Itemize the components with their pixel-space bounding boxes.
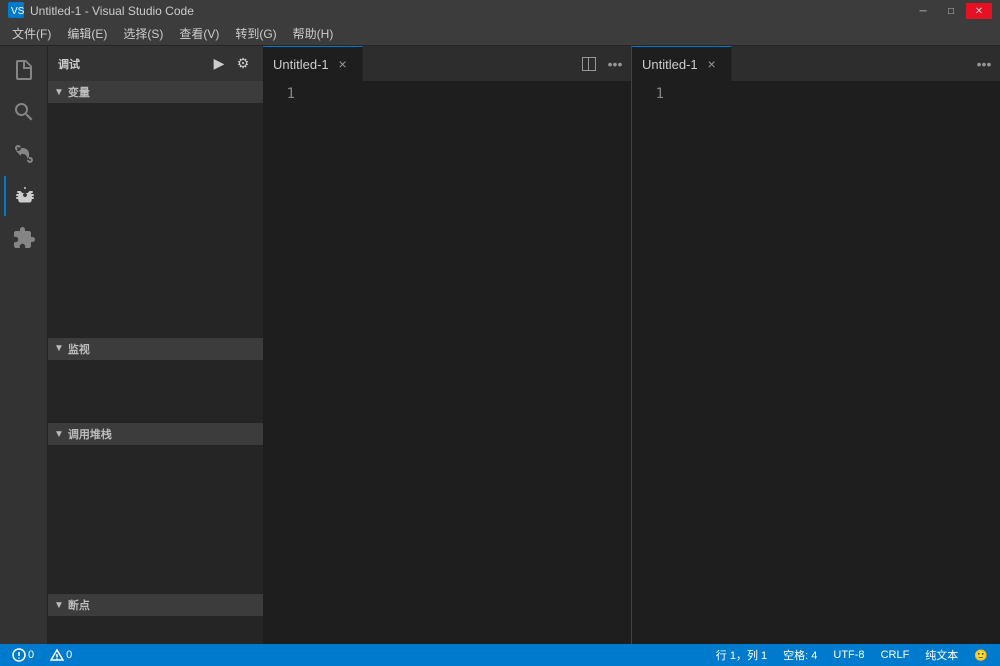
status-line-ending[interactable]: CRLF <box>877 644 914 666</box>
callstack-section: ▼ 调用堆栈 <box>48 423 263 594</box>
breakpoints-arrow: ▼ <box>54 600 64 611</box>
callstack-arrow: ▼ <box>54 429 64 440</box>
variables-label: 变量 <box>68 84 90 100</box>
title-bar: VS Untitled-1 - Visual Studio Code ─ □ ✕ <box>0 0 1000 22</box>
sidebar-sections: ▼ 变量 ▼ 监视 ▼ 调用堆栈 <box>48 81 263 644</box>
menu-help[interactable]: 帮助(H) <box>285 22 342 45</box>
callstack-label: 调用堆栈 <box>68 426 112 442</box>
debug-config-button[interactable]: ⚙ <box>233 54 253 74</box>
breakpoints-body <box>48 616 263 644</box>
more-actions-button-group1[interactable]: ••• <box>603 52 627 76</box>
status-warnings[interactable]: 0 <box>46 644 76 666</box>
tab-close-button[interactable]: × <box>335 56 351 72</box>
status-bar: 0 0 行 1，列 1 空格: 4 UTF-8 CRLF 纯文本 🙂 <box>0 644 1000 666</box>
sidebar-header-controls: ▶ ⚙ <box>209 54 253 74</box>
watch-arrow: ▼ <box>54 343 64 354</box>
status-encoding[interactable]: UTF-8 <box>829 644 868 666</box>
editor-groups-container: Untitled-1 × ••• 1 <box>263 46 1000 644</box>
minimize-button[interactable]: ─ <box>910 3 936 19</box>
git-activity-icon[interactable] <box>4 134 44 174</box>
line-numbers-2: 1 <box>632 81 672 108</box>
close-button[interactable]: ✕ <box>966 3 992 19</box>
maximize-button[interactable]: □ <box>938 3 964 19</box>
svg-text:VS: VS <box>11 6 24 17</box>
more-actions-button-group2[interactable]: ••• <box>972 52 996 76</box>
line-numbers-1: 1 <box>263 81 303 108</box>
editor-group-2: Untitled-1 × ••• 1 <box>632 46 1000 644</box>
activity-bar <box>0 46 48 644</box>
variables-body <box>48 103 263 338</box>
main-area: 调试 ▶ ⚙ ▼ 变量 ▼ 监视 <box>0 46 1000 644</box>
sidebar: 调试 ▶ ⚙ ▼ 变量 ▼ 监视 <box>48 46 263 644</box>
explorer-activity-icon[interactable] <box>4 50 44 90</box>
breakpoints-label: 断点 <box>68 597 90 613</box>
status-position[interactable]: 行 1，列 1 <box>712 644 771 666</box>
editor-area: Untitled-1 × ••• 1 <box>263 46 1000 644</box>
variables-section-header[interactable]: ▼ 变量 <box>48 81 263 103</box>
watch-section: ▼ 监视 <box>48 338 263 424</box>
variables-arrow: ▼ <box>54 87 64 98</box>
watch-label: 监视 <box>68 341 90 357</box>
sidebar-title: 调试 <box>58 56 80 72</box>
editor-group-2-tabs: Untitled-1 × ••• <box>632 46 1000 81</box>
watch-section-header[interactable]: ▼ 监视 <box>48 338 263 360</box>
menu-select[interactable]: 选择(S) <box>115 22 171 45</box>
breakpoints-section-header[interactable]: ▼ 断点 <box>48 594 263 616</box>
split-editor-button[interactable] <box>577 52 601 76</box>
status-left: 0 0 <box>8 644 76 666</box>
status-language[interactable]: 纯文本 <box>921 644 962 666</box>
tab-untitled-1-group2[interactable]: Untitled-1 × <box>632 46 732 81</box>
sidebar-header: 调试 ▶ ⚙ <box>48 46 263 81</box>
watch-body <box>48 360 263 424</box>
editor-group-1: Untitled-1 × ••• 1 <box>263 46 631 644</box>
debug-start-button[interactable]: ▶ <box>209 54 229 74</box>
debug-activity-icon[interactable] <box>4 176 44 216</box>
menu-edit[interactable]: 编辑(E) <box>59 22 115 45</box>
status-spaces[interactable]: 空格: 4 <box>779 644 821 666</box>
callstack-section-header[interactable]: ▼ 调用堆栈 <box>48 423 263 445</box>
tab-label: Untitled-1 <box>273 57 329 72</box>
tab-close-button-2[interactable]: × <box>704 56 720 72</box>
status-errors[interactable]: 0 <box>8 644 38 666</box>
menu-bar: 文件(F) 编辑(E) 选择(S) 查看(V) 转到(G) 帮助(H) <box>0 22 1000 46</box>
tab-label-2: Untitled-1 <box>642 57 698 72</box>
window-title: Untitled-1 - Visual Studio Code <box>30 4 910 18</box>
variables-section: ▼ 变量 <box>48 81 263 338</box>
editor-content-1[interactable]: 1 <box>263 81 631 644</box>
app-icon: VS <box>8 2 24 21</box>
tab-actions-group1: ••• <box>573 52 631 76</box>
editor-content-2[interactable]: 1 <box>632 81 1000 644</box>
window-controls: ─ □ ✕ <box>910 3 992 19</box>
menu-view[interactable]: 查看(V) <box>171 22 227 45</box>
breakpoints-section: ▼ 断点 <box>48 594 263 644</box>
extensions-activity-icon[interactable] <box>4 218 44 258</box>
status-smiley[interactable]: 🙂 <box>970 644 992 666</box>
menu-goto[interactable]: 转到(G) <box>227 22 284 45</box>
search-activity-icon[interactable] <box>4 92 44 132</box>
menu-file[interactable]: 文件(F) <box>4 22 59 45</box>
callstack-body <box>48 445 263 594</box>
tab-actions-group2: ••• <box>968 52 1000 76</box>
tab-untitled-1-group1[interactable]: Untitled-1 × <box>263 46 363 81</box>
editor-group-1-tabs: Untitled-1 × ••• <box>263 46 631 81</box>
status-right: 行 1，列 1 空格: 4 UTF-8 CRLF 纯文本 🙂 <box>712 644 992 666</box>
